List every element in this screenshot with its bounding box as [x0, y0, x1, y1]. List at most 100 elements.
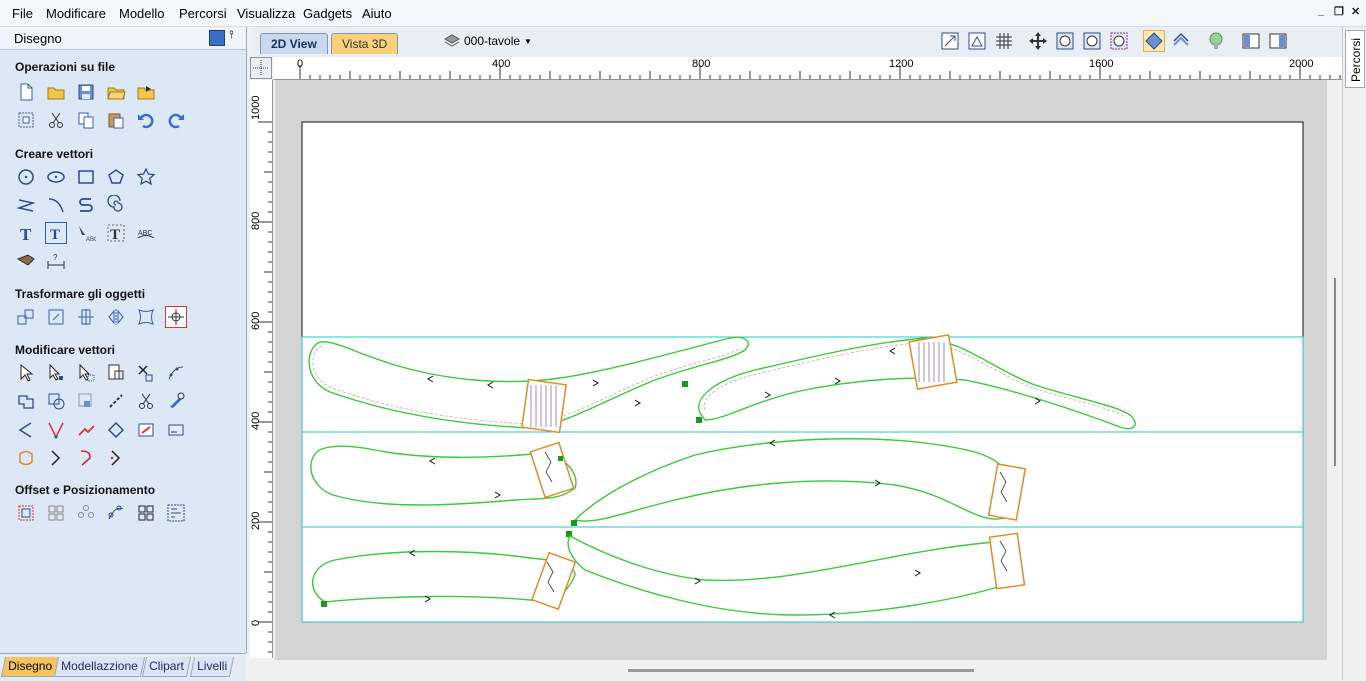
menu-visualizza[interactable]: Visualizza	[237, 6, 295, 21]
zoom-fit-icon[interactable]	[939, 30, 961, 52]
bitmap-trace-icon[interactable]	[15, 250, 37, 272]
drawing-canvas[interactable]	[275, 80, 1327, 660]
chevron-icon[interactable]	[45, 447, 67, 469]
layout-right-icon[interactable]	[1267, 30, 1289, 52]
auto-nest-icon[interactable]	[165, 502, 187, 524]
new-file-icon[interactable]	[15, 81, 37, 103]
redo-icon[interactable]	[165, 109, 187, 131]
paste-icon[interactable]	[105, 109, 127, 131]
section-create-vectors: Creare vettori	[15, 147, 94, 161]
vertical-scrollbar[interactable]	[1328, 80, 1342, 660]
material-icon[interactable]	[1205, 30, 1227, 52]
close-button[interactable]: ✕	[1351, 5, 1360, 18]
set-origin-icon[interactable]	[165, 306, 187, 328]
pin-icon[interactable]: ⫯	[229, 29, 234, 42]
tab-vista-3d[interactable]: Vista 3D	[331, 33, 399, 54]
scroll-thumb[interactable]	[1334, 278, 1336, 466]
chevron-red-icon[interactable]	[75, 447, 97, 469]
ellipse-icon[interactable]	[45, 166, 67, 188]
array-circular-icon[interactable]	[75, 502, 97, 524]
dogbone-icon[interactable]	[135, 419, 157, 441]
import-icon[interactable]	[135, 81, 157, 103]
nesting-icon[interactable]	[45, 502, 67, 524]
menu-aiuto[interactable]: Aiuto	[362, 6, 392, 21]
block-copy-icon[interactable]	[135, 502, 157, 524]
pan-icon[interactable]	[1027, 30, 1049, 52]
mirror-icon[interactable]	[105, 306, 127, 328]
tab-disegno[interactable]: Disegno	[0, 657, 60, 677]
offset-icon[interactable]	[15, 502, 37, 524]
tab-livelli[interactable]: Livelli	[189, 657, 235, 677]
panel-tabs: Disegno Modellazzione Clipart Livelli	[0, 653, 246, 681]
polyline-icon[interactable]	[15, 194, 37, 216]
toolpath-hide-icon[interactable]	[1170, 30, 1192, 52]
arc-icon[interactable]	[45, 194, 67, 216]
text-box-icon[interactable]: T	[45, 222, 67, 244]
zoom-selection-icon[interactable]	[1108, 30, 1130, 52]
zoom-in-icon[interactable]	[1054, 30, 1076, 52]
layout-left-icon[interactable]	[1240, 30, 1262, 52]
chevron-dot-icon[interactable]	[105, 447, 127, 469]
trim-icon[interactable]	[135, 390, 157, 412]
polygon-icon[interactable]	[105, 166, 127, 188]
minimize-button[interactable]: _	[1318, 5, 1324, 17]
join-vectors-icon[interactable]	[45, 419, 67, 441]
node-tab-icon[interactable]	[165, 419, 187, 441]
star-icon[interactable]	[135, 166, 157, 188]
spiral-icon[interactable]	[105, 194, 127, 216]
node-edit-icon[interactable]	[45, 362, 67, 384]
dimension-icon[interactable]: ?	[45, 250, 67, 272]
tab-2d-view[interactable]: 2D View	[260, 33, 328, 54]
interactive-select-icon[interactable]	[105, 362, 127, 384]
undo-icon[interactable]	[135, 109, 157, 131]
ruler-origin-button[interactable]	[250, 57, 272, 79]
panel-header: Disegno ⫯	[0, 27, 246, 50]
dock-icon[interactable]	[209, 30, 225, 46]
align-icon[interactable]	[75, 306, 97, 328]
save-icon[interactable]	[75, 81, 97, 103]
open-folder-icon[interactable]	[105, 81, 127, 103]
smooth-icon[interactable]	[165, 390, 187, 412]
close-vector-icon[interactable]	[15, 419, 37, 441]
text-block-icon[interactable]: T	[105, 222, 127, 244]
weld-icon[interactable]	[15, 390, 37, 412]
menu-modello[interactable]: Modello	[119, 6, 165, 21]
intersect-icon[interactable]	[75, 390, 97, 412]
offset-curve-icon[interactable]	[15, 447, 37, 469]
subtract-icon[interactable]	[45, 390, 67, 412]
fillet-icon[interactable]	[105, 390, 127, 412]
copy-along-vector-icon[interactable]	[105, 502, 127, 524]
text-arc-icon[interactable]: ABC	[135, 222, 157, 244]
transform-select-icon[interactable]	[75, 362, 97, 384]
rectangle-icon[interactable]	[75, 166, 97, 188]
tangent-icon[interactable]	[105, 419, 127, 441]
grid-icon[interactable]	[993, 30, 1015, 52]
menu-gadgets[interactable]: Gadgets	[303, 6, 352, 21]
menu-modificare[interactable]: Modificare	[46, 6, 106, 21]
tab-modellazione[interactable]: Modellazzione	[53, 657, 145, 677]
open-file-icon[interactable]	[45, 81, 67, 103]
horizontal-scroll-thumb[interactable]	[628, 669, 974, 672]
cut-icon[interactable]	[45, 109, 67, 131]
select-arrow-icon[interactable]	[15, 362, 37, 384]
tab-clipart[interactable]: Clipart	[141, 657, 191, 677]
text-icon[interactable]: T	[15, 222, 37, 244]
copy-icon[interactable]	[75, 109, 97, 131]
extend-icon[interactable]	[75, 419, 97, 441]
toolpath-show-icon[interactable]	[1143, 30, 1165, 52]
text-on-curve-icon[interactable]: ABC	[75, 222, 97, 244]
scale-icon[interactable]	[45, 306, 67, 328]
menu-file[interactable]: File	[12, 6, 33, 21]
distort-icon[interactable]	[135, 306, 157, 328]
menu-percorsi[interactable]: Percorsi	[179, 6, 227, 21]
circle-icon[interactable]	[15, 166, 37, 188]
snap-grid-icon[interactable]	[966, 30, 988, 52]
layer-dropdown[interactable]: 000-tavole ▼	[444, 32, 532, 50]
delete-node-icon[interactable]	[135, 362, 157, 384]
move-icon[interactable]	[15, 306, 37, 328]
select-all-icon[interactable]	[15, 109, 37, 131]
restore-button[interactable]: ❐	[1334, 5, 1344, 18]
zoom-out-icon[interactable]	[1081, 30, 1103, 52]
curve-icon[interactable]	[75, 194, 97, 216]
curve-fit-icon[interactable]	[165, 362, 187, 384]
